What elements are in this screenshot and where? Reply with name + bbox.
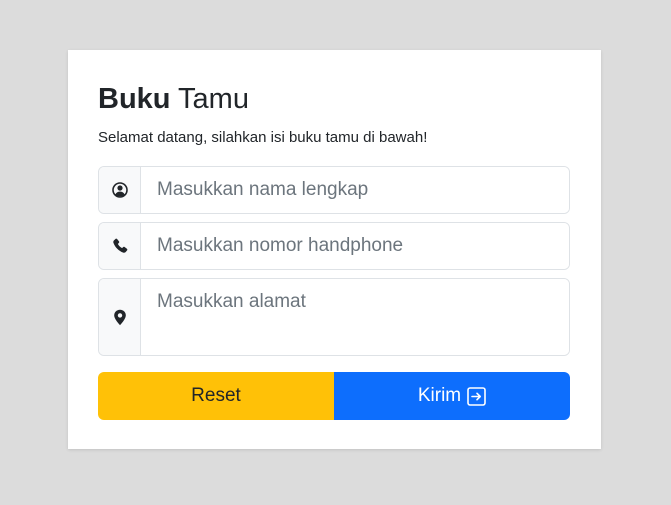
page-title: Buku Tamu (98, 81, 249, 117)
address-input-group (98, 278, 570, 356)
name-input-group (98, 166, 570, 214)
guestbook-card: Buku Tamu Selamat datang, silahkan isi b… (68, 50, 601, 449)
phone-addon (99, 223, 141, 269)
reset-button[interactable]: Reset (98, 372, 334, 420)
phone-icon (112, 238, 127, 253)
name-input[interactable] (141, 167, 569, 213)
name-addon (99, 167, 141, 213)
submit-button[interactable]: Kirim (334, 372, 570, 420)
title-bold: Buku (98, 83, 171, 115)
submit-label: Kirim (417, 385, 462, 406)
title-rest: Tamu (170, 83, 249, 115)
page-subtitle: Selamat datang, silahkan isi buku tamu d… (98, 129, 428, 146)
phone-input[interactable] (141, 223, 569, 269)
address-addon (99, 279, 141, 355)
form-actions: Reset Kirim (98, 372, 570, 420)
user-circle-icon (111, 182, 128, 198)
phone-input-group (98, 222, 570, 270)
reset-label: Reset (191, 385, 241, 406)
address-textarea[interactable] (141, 279, 569, 355)
arrow-right-square-icon (467, 386, 486, 406)
map-pin-icon (113, 309, 126, 325)
